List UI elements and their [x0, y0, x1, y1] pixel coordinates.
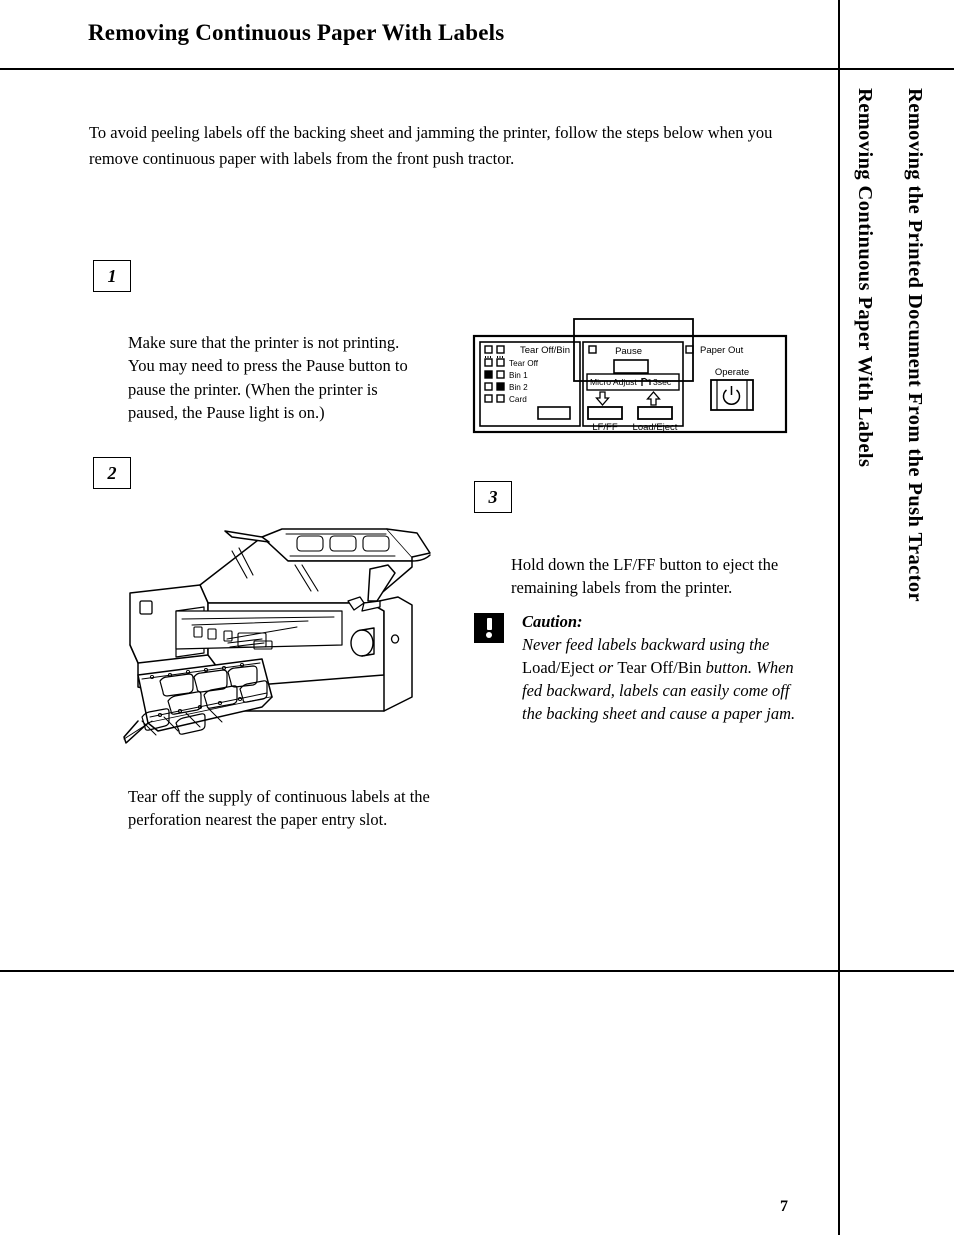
indicator-label-bin-1: Bin 1 [509, 371, 528, 380]
lf-ff-label: LF/FF [592, 422, 618, 433]
side-tab-rule-top [838, 0, 840, 68]
led-card-right [496, 394, 505, 403]
led-header-left [484, 345, 493, 354]
header-divider-rule [0, 68, 954, 70]
caution-button-load-eject: Load/Eject [522, 658, 595, 677]
page-number: 7 [780, 1198, 788, 1215]
caution-conjunction: or [594, 658, 618, 677]
side-tab-inner-label: Removing Continuous Paper With Labels [854, 88, 876, 468]
caution-line-2-tail: button. When [701, 658, 794, 677]
step-3-text: Hold down the LF/FF button to eject the … [511, 554, 779, 598]
caution-button-tear-off-bin: Tear Off/Bin [617, 658, 702, 677]
paper-out-label: Paper Out [700, 345, 744, 356]
front-continuous-labels [123, 658, 273, 744]
caution-line-2: Load/Eject or Tear Off/Bin button. When [522, 656, 814, 679]
lf-ff-button[interactable] [587, 406, 623, 420]
micro-adjust-label: Micro Adjust [590, 377, 637, 387]
led-header-right [496, 345, 505, 354]
intro-paragraph: To avoid peeling labels off the backing … [89, 122, 773, 168]
led-bin-2-right [496, 382, 505, 391]
step-number-2: 2 [93, 457, 131, 489]
printer-illustration [112, 515, 432, 760]
side-tab-outer-label: Removing the Printed Document From the P… [904, 88, 926, 603]
indicator-label-tear-off: Tear Off [509, 359, 539, 368]
pause-button[interactable] [613, 359, 649, 374]
step-2-caption: Tear off the supply of continuous labels… [128, 786, 430, 830]
caution-block: Caution: Never feed labels backward usin… [474, 610, 814, 725]
tear-off-bin-header: Tear Off/Bin [520, 345, 570, 356]
caution-line-3: fed backward, labels can easily come off [522, 681, 790, 700]
step-number-1: 1 [93, 260, 131, 292]
led-tear-off-right [496, 358, 505, 367]
caution-exclamation-icon [474, 613, 504, 643]
page-title: Removing Continuous Paper With Labels [88, 20, 505, 45]
led-tear-off-left [484, 358, 493, 367]
led-bin-2-left [484, 382, 493, 391]
led-pause [588, 345, 597, 354]
operate-label: Operate [715, 367, 749, 378]
side-tab-rule-middle [838, 68, 840, 970]
led-bin-1-left [484, 370, 493, 379]
document-page: Removing Continuous Paper With Labels To… [0, 0, 954, 1235]
caution-line-4: the backing sheet and cause a paper jam. [522, 704, 796, 723]
pause-label: Pause [615, 346, 642, 357]
side-tab-rule-bottom [838, 970, 840, 1235]
indicator-label-bin-2: Bin 2 [509, 383, 528, 392]
control-panel-figure: Tear Off/Bin Tear Off Bin 1 Bin 2 Card P… [470, 312, 790, 437]
caution-title: Caution: [522, 612, 583, 631]
caution-body: Caution: Never feed labels backward usin… [522, 610, 814, 725]
operate-button[interactable] [710, 379, 754, 411]
led-bin-1-right [496, 370, 505, 379]
step-number-3: 3 [474, 481, 512, 513]
load-eject-button[interactable] [637, 406, 673, 420]
footer-divider-rule [0, 970, 954, 972]
three-sec-label: 3sec [653, 377, 672, 387]
indicator-label-card: Card [509, 395, 527, 404]
led-paper-out [685, 345, 694, 354]
tear-off-bin-button[interactable] [537, 406, 571, 420]
control-panel-svg: Tear Off/Bin Tear Off Bin 1 Bin 2 Card P… [472, 318, 788, 434]
rear-continuous-paper [261, 528, 431, 562]
step-1-text: Make sure that the printer is not printi… [128, 332, 408, 423]
printer-line-art-svg [123, 528, 431, 744]
caution-line-1: Never feed labels backward using the [522, 635, 770, 654]
led-card-left [484, 394, 493, 403]
load-eject-label: Load/Eject [633, 422, 678, 433]
